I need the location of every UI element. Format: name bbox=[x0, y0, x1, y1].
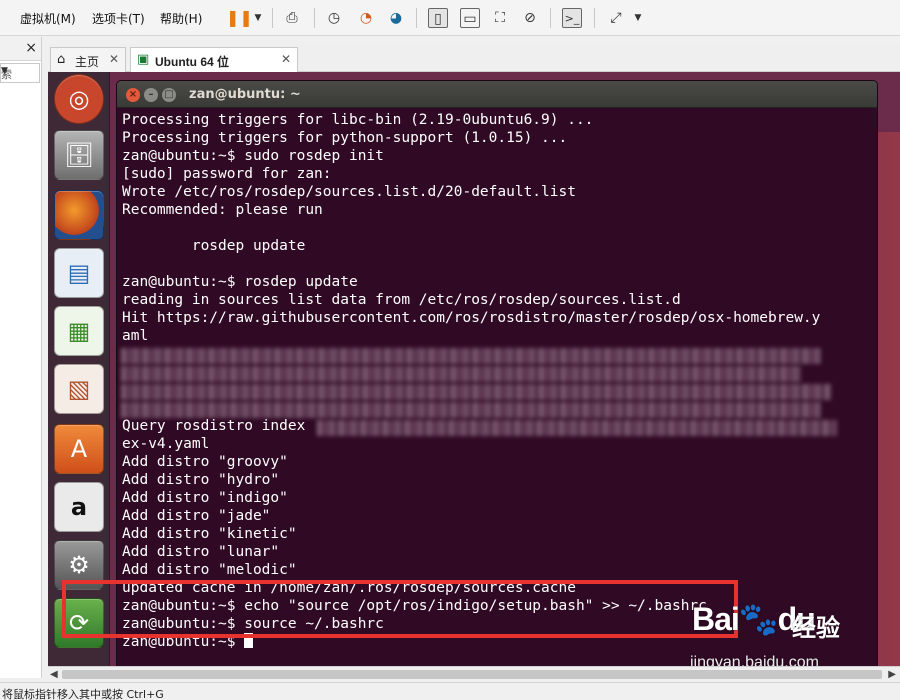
terminal-line: zan@ubuntu:~$ sudo rosdep init bbox=[122, 148, 384, 164]
snapshot-manager-icon[interactable]: ◕ bbox=[386, 8, 406, 28]
writer-icon[interactable]: ▤ bbox=[54, 248, 104, 298]
terminal-line: Wrote /etc/ros/rosdep/sources.list.d/20-… bbox=[122, 184, 576, 200]
toolbar-separator bbox=[416, 8, 417, 28]
close-icon[interactable]: × bbox=[126, 88, 140, 102]
search-input[interactable]: 索 ▼ bbox=[0, 63, 40, 83]
close-icon[interactable]: ✕ bbox=[109, 52, 119, 66]
library-panel: × 索 ▼ bbox=[0, 37, 42, 678]
snapshot-icon[interactable]: ◷ bbox=[324, 8, 344, 28]
terminal-line: Add distro "kinetic" bbox=[122, 526, 297, 542]
fullscreen-icon[interactable]: ⛶ bbox=[490, 8, 510, 28]
minimize-icon[interactable]: – bbox=[144, 88, 158, 102]
close-icon[interactable]: × bbox=[25, 40, 37, 56]
scroll-right-icon[interactable]: ▶ bbox=[888, 669, 896, 680]
menubar: 虚拟机(M) 选项卡(T) 帮助(H) ❚❚ ▼ ⎙ ◷ ◔ ◕ ▯ ▭ ⛶ ⊘… bbox=[0, 0, 900, 36]
terminal-titlebar[interactable]: × – □ zan@ubuntu: ~ bbox=[117, 81, 877, 108]
horizontal-scrollbar[interactable]: ◀ ▶ bbox=[48, 666, 900, 682]
terminal-title: zan@ubuntu: ~ bbox=[189, 87, 301, 102]
amazon-icon[interactable]: a bbox=[54, 482, 104, 532]
toolbar-separator bbox=[314, 8, 315, 28]
terminal-line: zan@ubuntu:~$ rosdep update bbox=[122, 274, 358, 290]
tab-home[interactable]: ⌂ 主页 ✕ bbox=[50, 47, 126, 72]
terminal-line: Add distro "jade" bbox=[122, 508, 271, 524]
menu-tabs[interactable]: 选项卡(T) bbox=[92, 10, 145, 27]
vm-screen[interactable]: ◎ 🗄 ▤ ▦ ▧ A a ⚙ ⟳ × – □ zan@ubuntu: ~ Pr… bbox=[48, 72, 900, 680]
redacted-output bbox=[121, 348, 821, 364]
terminal-line: Add distro "hydro" bbox=[122, 472, 280, 488]
redacted-output bbox=[121, 384, 831, 400]
terminal-line: Add distro "indigo" bbox=[122, 490, 288, 506]
terminal-line: rosdep update bbox=[122, 238, 306, 254]
menu-vm[interactable]: 虚拟机(M) bbox=[20, 10, 76, 27]
console-icon[interactable]: >_ bbox=[562, 8, 582, 28]
toolbar-separator bbox=[550, 8, 551, 28]
baidu-jingyan-label: 经验 bbox=[792, 615, 840, 642]
terminal-line: Query rosdistro index bbox=[122, 418, 306, 434]
maximize-icon[interactable]: □ bbox=[162, 88, 176, 102]
terminal-line: Hit https://raw.githubusercontent.com/ro… bbox=[122, 310, 821, 326]
terminal-line: reading in sources list data from /etc/r… bbox=[122, 292, 681, 308]
revert-snapshot-icon[interactable]: ◔ bbox=[356, 8, 376, 28]
redacted-output bbox=[121, 402, 821, 418]
redacted-output bbox=[317, 420, 837, 436]
tab-strip: ⌂ 主页 ✕ ▣ Ubuntu 64 位 ✕ bbox=[48, 44, 900, 72]
terminal-line: Recommended: please run bbox=[122, 202, 323, 218]
impress-icon[interactable]: ▧ bbox=[54, 364, 104, 414]
library-view-icon[interactable]: ▯ bbox=[428, 8, 448, 28]
terminal-line: Processing triggers for libc-bin (2.19-0… bbox=[122, 112, 594, 128]
highlight-box bbox=[62, 580, 738, 638]
send-keys-icon[interactable]: ⎙ bbox=[282, 8, 302, 28]
close-icon[interactable]: ✕ bbox=[281, 52, 291, 66]
fit-guest-icon[interactable]: ⤢ bbox=[606, 8, 626, 28]
scrollbar-thumb[interactable] bbox=[62, 670, 882, 679]
redacted-output bbox=[121, 366, 801, 382]
software-center-icon[interactable]: A bbox=[54, 424, 104, 474]
tab-label: Ubuntu 64 位 bbox=[155, 55, 229, 69]
menu-help[interactable]: 帮助(H) bbox=[160, 10, 202, 27]
thumbnail-view-icon[interactable]: ▭ bbox=[460, 8, 480, 28]
toolbar-separator bbox=[272, 8, 273, 28]
terminal-line: ex-v4.yaml bbox=[122, 436, 210, 452]
unity-icon[interactable]: ⊘ bbox=[520, 8, 540, 28]
terminal-line: Add distro "melodic" bbox=[122, 562, 297, 578]
tab-label: 主页 bbox=[75, 55, 100, 69]
vmware-window: 虚拟机(M) 选项卡(T) 帮助(H) ❚❚ ▼ ⎙ ◷ ◔ ◕ ▯ ▭ ⛶ ⊘… bbox=[0, 0, 900, 700]
status-bar: 将鼠标指针移入其中或按 Ctrl+G bbox=[0, 682, 900, 700]
scroll-left-icon[interactable]: ◀ bbox=[50, 669, 58, 680]
terminal-line: aml bbox=[122, 328, 149, 344]
tab-ubuntu[interactable]: ▣ Ubuntu 64 位 ✕ bbox=[130, 47, 298, 72]
pause-icon[interactable]: ❚❚ bbox=[226, 8, 253, 28]
terminal-line: Processing triggers for python-support (… bbox=[122, 130, 568, 146]
terminal-line: [sudo] password for zan: bbox=[122, 166, 332, 182]
firefox-icon[interactable] bbox=[54, 190, 104, 240]
toolbar-separator bbox=[594, 8, 595, 28]
chevron-down-icon[interactable]: ▼ bbox=[1, 66, 36, 76]
dropdown-icon[interactable]: ▼ bbox=[248, 8, 268, 28]
files-icon[interactable]: 🗄 bbox=[54, 130, 104, 180]
ubuntu-dash-icon[interactable]: ◎ bbox=[54, 74, 104, 124]
calc-icon[interactable]: ▦ bbox=[54, 306, 104, 356]
dropdown-icon[interactable]: ▼ bbox=[628, 8, 648, 28]
home-icon: ⌂ bbox=[57, 52, 66, 67]
terminal-line: Add distro "lunar" bbox=[122, 544, 280, 560]
library-header: × bbox=[0, 37, 41, 61]
status-text: 将鼠标指针移入其中或按 Ctrl+G bbox=[2, 688, 164, 700]
vm-icon: ▣ bbox=[137, 52, 150, 67]
terminal-line: Add distro "groovy" bbox=[122, 454, 288, 470]
